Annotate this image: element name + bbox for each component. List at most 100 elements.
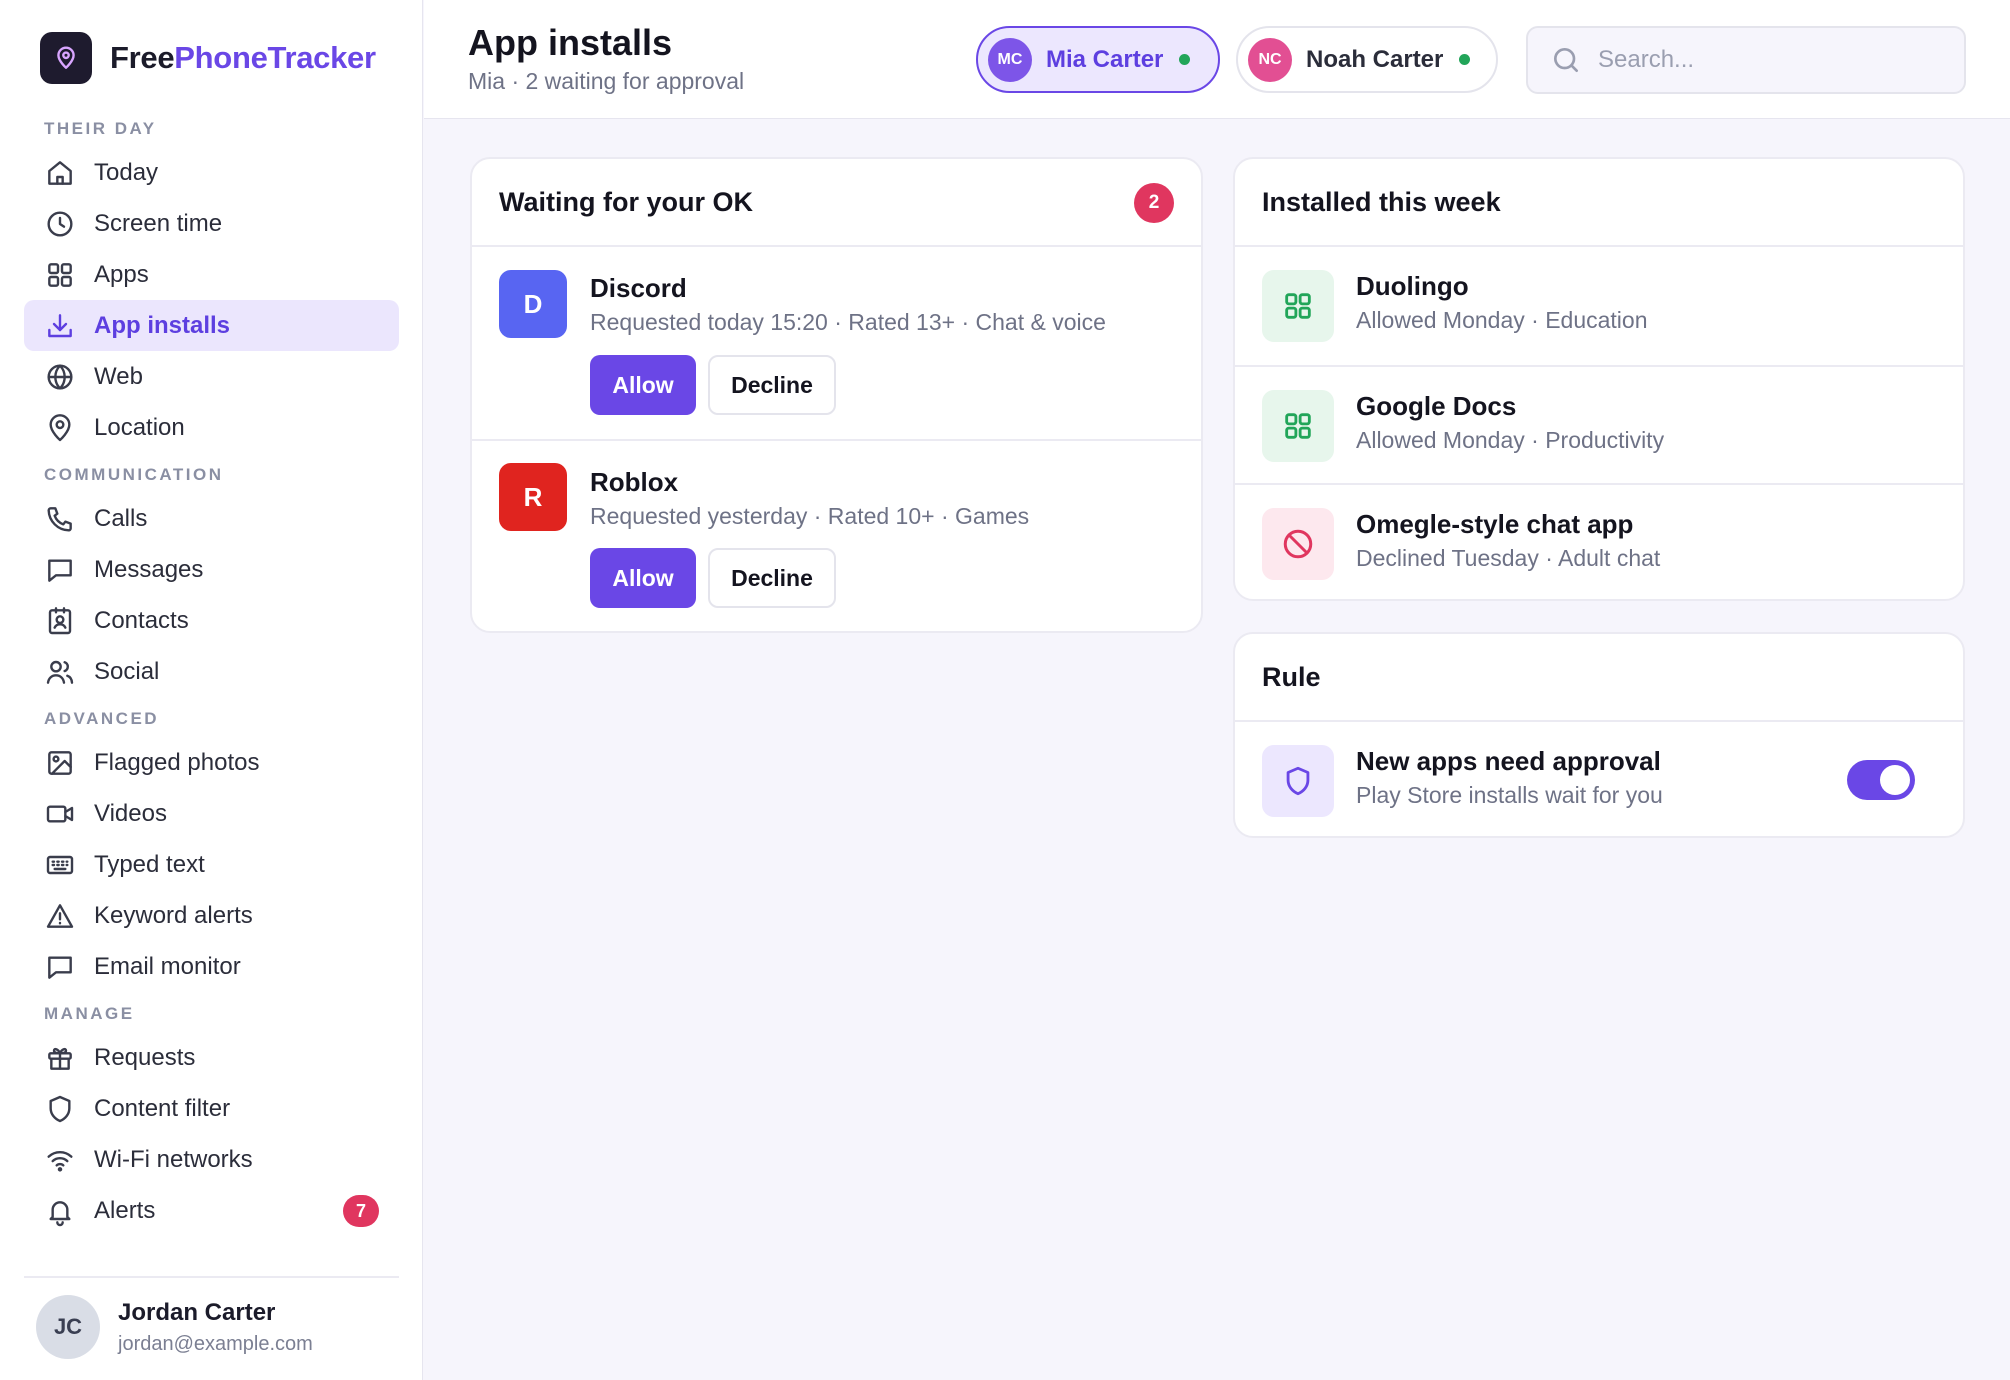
rule-name: New apps need approval <box>1356 746 1661 776</box>
search-icon <box>1550 44 1582 76</box>
clock-icon <box>44 208 76 240</box>
app-icon-roblox: R <box>499 463 567 531</box>
sidebar-item-label: Today <box>94 158 159 186</box>
sidebar-item-label: Content filter <box>94 1094 231 1122</box>
sidebar-item-label: Wi-Fi networks <box>94 1145 253 1173</box>
page-title: App installs <box>468 22 673 63</box>
sidebar-item-contacts[interactable]: Contacts <box>24 595 399 646</box>
sidebar-item-content-filter[interactable]: Content filter <box>24 1083 399 1134</box>
sidebar-item-requests[interactable]: Requests <box>24 1032 399 1083</box>
installed-row-duolingo[interactable]: Duolingo Allowed Monday · Education <box>1235 247 1963 365</box>
installed-row-omegle-style[interactable]: Omegle-style chat app Declined Tuesday ·… <box>1235 483 1963 599</box>
installed-app-name: Omegle-style chat app <box>1356 509 1634 539</box>
search-input[interactable] <box>1598 46 1938 74</box>
sidebar-item-alerts[interactable]: Alerts 7 <box>24 1185 399 1236</box>
sidebar-item-app-installs[interactable]: App installs <box>24 300 399 351</box>
image-icon <box>44 747 76 779</box>
installed-app-name: Duolingo <box>1356 271 1469 301</box>
message-icon <box>44 554 76 586</box>
avatar: NC <box>1248 37 1292 82</box>
child-name: Mia Carter <box>1046 45 1164 73</box>
sidebar-item-flagged-photos[interactable]: Flagged photos <box>24 737 399 788</box>
sidebar-item-email-monitor[interactable]: Email monitor <box>24 941 399 992</box>
globe-icon <box>44 361 76 393</box>
sidebar-item-label: Web <box>94 362 143 390</box>
wifi-icon <box>44 1144 76 1176</box>
sidebar-item-label: Calls <box>94 504 148 532</box>
online-status-dot <box>1459 54 1471 65</box>
grid-icon <box>1262 390 1334 462</box>
grid-icon <box>44 259 76 291</box>
sidebar-item-messages[interactable]: Messages <box>24 544 399 595</box>
app-icon-discord: D <box>499 270 567 338</box>
sidebar-item-videos[interactable]: Videos <box>24 788 399 839</box>
card-title: Rule <box>1262 661 1321 692</box>
sidebar-divider <box>24 1276 399 1278</box>
gift-icon <box>44 1042 76 1074</box>
card-title: Waiting for your OK <box>499 186 753 217</box>
card-header: Rule <box>1235 634 1963 722</box>
request-row-discord: D Discord Requested today 15:20 · Rated … <box>472 247 1201 439</box>
nav-section-heading: THEIR DAY <box>44 119 157 138</box>
sidebar-item-label: Contacts <box>94 606 189 634</box>
phone-icon <box>44 503 76 535</box>
sidebar-item-label: Location <box>94 413 185 441</box>
allow-button[interactable]: Allow <box>590 355 696 415</box>
grid-icon <box>1262 270 1334 342</box>
card-header: Waiting for your OK 2 <box>472 159 1201 247</box>
sidebar-item-label: Typed text <box>94 850 205 878</box>
installed-app-meta: Declined Tuesday · Adult chat <box>1356 545 1661 571</box>
sidebar-item-label: Requests <box>94 1043 196 1071</box>
installed-app-name: Google Docs <box>1356 391 1517 421</box>
child-name: Noah Carter <box>1306 45 1444 73</box>
rule-row: New apps need approval Play Store instal… <box>1235 722 1963 836</box>
user-profile[interactable]: JC Jordan Carter jordan@example.com <box>36 1295 313 1359</box>
sidebar-item-label: Videos <box>94 799 167 827</box>
request-meta: Requested yesterday · Rated 10+ · Games <box>590 503 1030 529</box>
decline-button[interactable]: Decline <box>708 355 836 415</box>
sidebar-item-typed-text[interactable]: Typed text <box>24 839 399 890</box>
avatar: JC <box>36 1295 100 1359</box>
sidebar-item-label: Alerts <box>94 1196 156 1224</box>
header: App installs Mia · 2 waiting for approva… <box>424 0 2010 119</box>
installed-row-google-docs[interactable]: Google Docs Allowed Monday · Productivit… <box>1235 365 1963 483</box>
allow-button[interactable]: Allow <box>590 548 696 608</box>
shield-icon <box>44 1093 76 1125</box>
user-info: Jordan Carter jordan@example.com <box>118 1299 313 1356</box>
sidebar-item-social[interactable]: Social <box>24 646 399 697</box>
nav-section-heading: COMMUNICATION <box>44 465 224 484</box>
request-app-name: Roblox <box>590 467 679 497</box>
toggle-knob <box>1880 765 1910 795</box>
decline-button[interactable]: Decline <box>708 548 836 608</box>
brand[interactable]: FreePhoneTracker <box>40 32 376 84</box>
pending-approvals-card: Waiting for your OK 2 D Discord Requeste… <box>470 157 1203 633</box>
sidebar-item-apps[interactable]: Apps <box>24 249 399 300</box>
page-subtitle: Mia · 2 waiting for approval <box>468 68 745 94</box>
blocked-icon <box>1262 508 1334 580</box>
card-title: Installed this week <box>1262 186 1501 217</box>
brand-name-part1: Free <box>110 40 175 75</box>
approval-toggle[interactable] <box>1847 760 1915 800</box>
rule-card: Rule New apps need approval Play Store i… <box>1233 632 1965 838</box>
keyboard-icon <box>44 849 76 881</box>
sidebar-item-location[interactable]: Location <box>24 402 399 453</box>
search-box[interactable] <box>1526 26 1966 94</box>
brand-name: FreePhoneTracker <box>110 40 376 76</box>
sidebar-item-web[interactable]: Web <box>24 351 399 402</box>
sidebar-item-wi-fi-networks[interactable]: Wi-Fi networks <box>24 1134 399 1185</box>
child-selector-mia[interactable]: MC Mia Carter <box>976 26 1220 93</box>
sidebar-item-today[interactable]: Today <box>24 147 399 198</box>
child-selector-noah[interactable]: NC Noah Carter <box>1236 26 1498 93</box>
home-icon <box>44 157 76 189</box>
sidebar-item-screen-time[interactable]: Screen time <box>24 198 399 249</box>
sidebar-item-keyword-alerts[interactable]: Keyword alerts <box>24 890 399 941</box>
sidebar: FreePhoneTracker THEIR DAY Today Screen ti… <box>0 0 423 1380</box>
request-row-roblox: R Roblox Requested yesterday · Rated 10+… <box>472 439 1201 631</box>
bell-icon <box>44 1195 76 1227</box>
user-name: Jordan Carter <box>118 1298 276 1326</box>
nav-section-heading: MANAGE <box>44 1004 135 1023</box>
installed-this-week-card: Installed this week Duolingo Allowed Mon… <box>1233 157 1965 601</box>
sidebar-item-label: App installs <box>94 311 231 339</box>
online-status-dot <box>1179 54 1191 65</box>
sidebar-item-calls[interactable]: Calls <box>24 493 399 544</box>
